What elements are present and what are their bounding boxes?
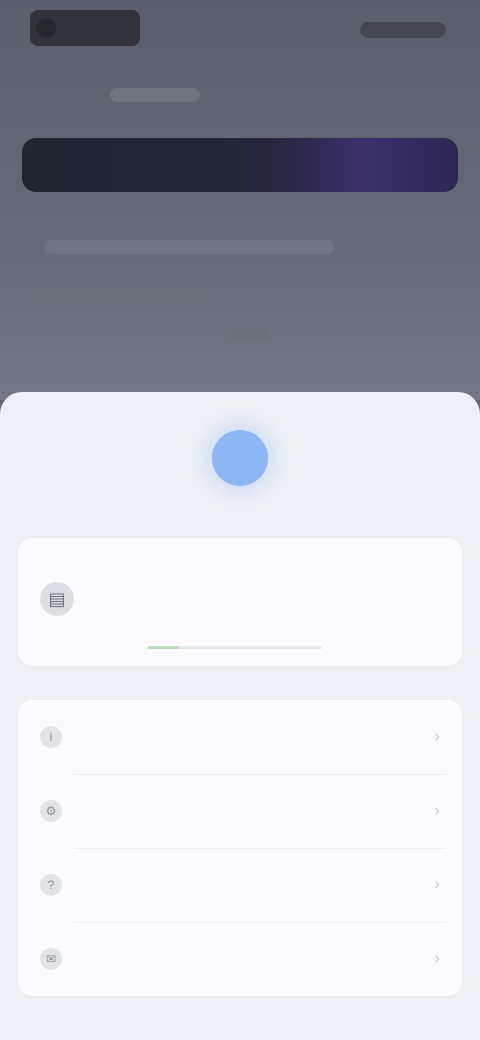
chevron-right-icon: ›	[434, 802, 440, 819]
featured-progress-bar	[148, 646, 322, 649]
document-icon: ▤	[40, 582, 74, 616]
list-item[interactable]: i ›	[18, 700, 462, 774]
header-subtitle	[110, 88, 200, 102]
list-item[interactable]: ✉ ›	[18, 922, 462, 996]
settings-icon: ⚙	[40, 800, 62, 822]
progress-fill	[148, 646, 180, 649]
info-icon: i	[40, 726, 62, 748]
list-item[interactable]: ? ›	[18, 848, 462, 922]
content-line	[230, 328, 270, 342]
options-list: i › ⚙ › ? › ✉ ›	[18, 700, 462, 996]
promo-banner[interactable]	[22, 138, 458, 192]
list-item[interactable]: ⚙ ›	[18, 774, 462, 848]
chevron-right-icon: ›	[434, 876, 440, 893]
content-line	[44, 240, 334, 254]
chevron-right-icon: ›	[434, 728, 440, 745]
feedback-icon: ✉	[40, 948, 62, 970]
background-app	[0, 0, 480, 400]
app-logo	[30, 10, 140, 46]
help-icon: ?	[40, 874, 62, 896]
sheet-avatar-icon[interactable]	[212, 430, 268, 486]
chevron-right-icon: ›	[434, 950, 440, 967]
featured-card[interactable]: ▤	[18, 538, 462, 666]
top-right-action[interactable]	[360, 22, 446, 38]
content-line	[44, 288, 194, 302]
